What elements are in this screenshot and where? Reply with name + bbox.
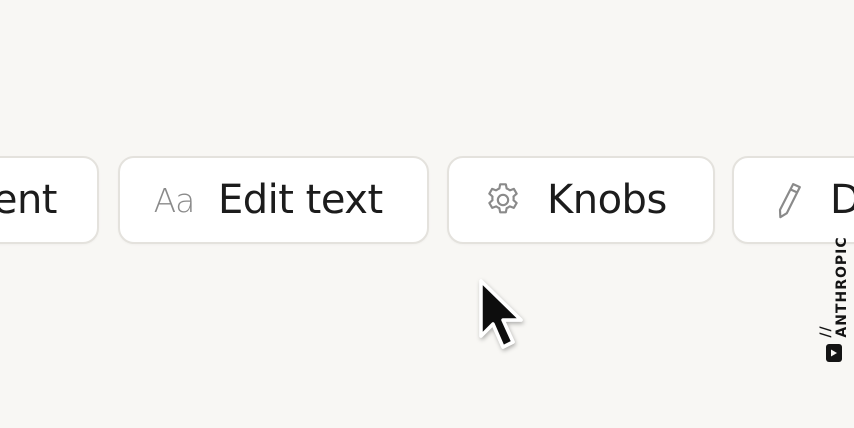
play-badge-icon (826, 343, 842, 362)
anthropic-watermark: // ANTHROPIC (818, 228, 850, 362)
gear-icon (483, 180, 523, 220)
content-chip-label: ent (0, 177, 58, 223)
knobs-chip-label: Knobs (547, 177, 667, 223)
edit-text-chip-button[interactable]: Aa Edit text (118, 156, 429, 244)
watermark-text: // ANTHROPIC (818, 236, 850, 338)
knobs-chip-button[interactable]: Knobs (447, 156, 715, 244)
pencil-icon (774, 180, 804, 220)
mouse-pointer-icon (474, 276, 538, 356)
text-style-icon: Aa (153, 180, 196, 220)
edit-text-chip-label: Edit text (218, 177, 383, 223)
content-chip-button[interactable]: ent (0, 156, 99, 244)
draw-chip-label: D (830, 177, 854, 223)
